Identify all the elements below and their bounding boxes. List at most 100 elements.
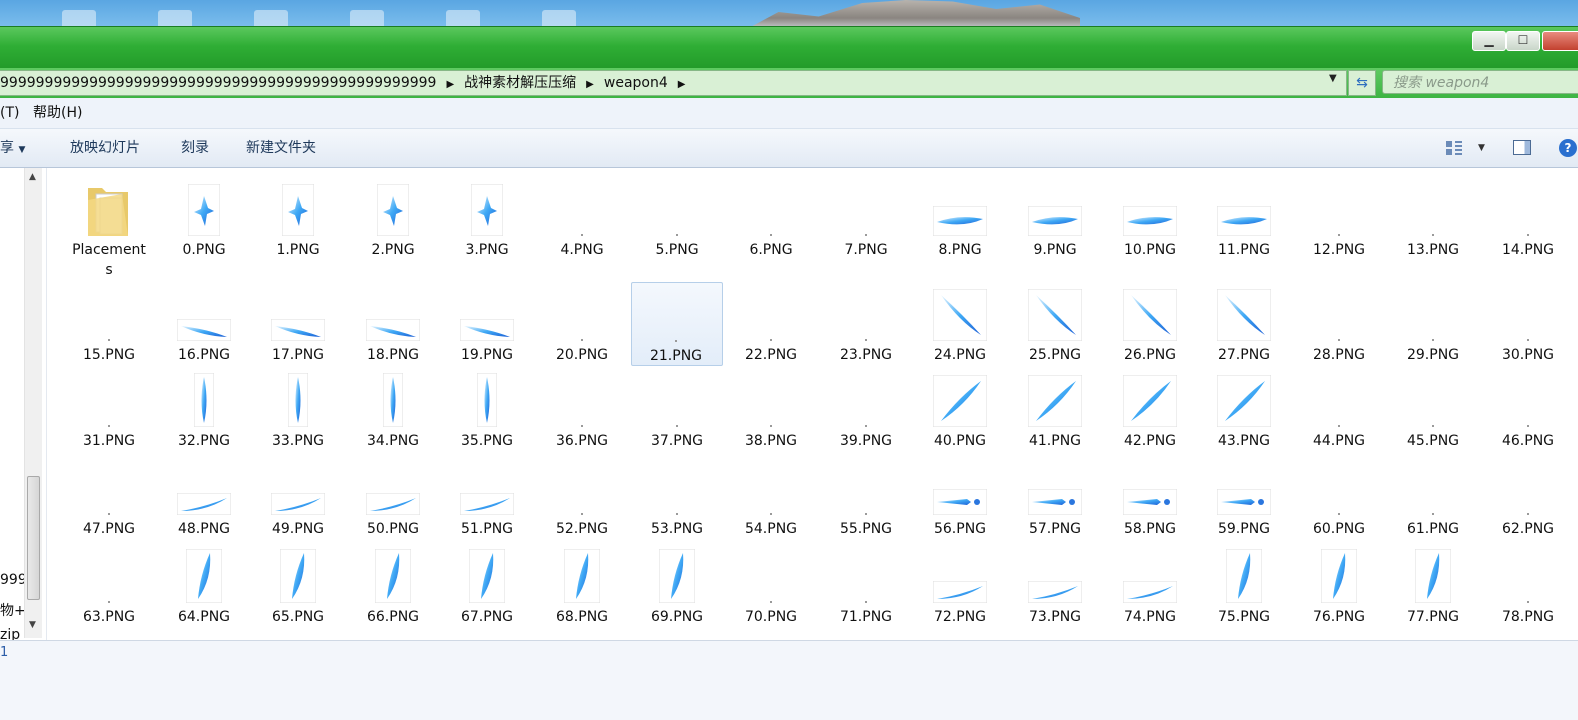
file-item[interactable]: 9.PNG <box>1011 180 1099 280</box>
file-item[interactable]: 8.PNG <box>916 180 1004 280</box>
breadcrumb-folder[interactable]: 战神素材解压压缩 <box>464 71 576 95</box>
file-item[interactable]: 58.PNG <box>1106 456 1194 540</box>
file-item[interactable]: 23.PNG <box>822 282 910 366</box>
search-input[interactable]: 搜索 weapon4 <box>1382 70 1578 94</box>
file-item[interactable]: 6.PNG <box>727 180 815 280</box>
nav-scrollbar[interactable]: ▲ ▼ <box>24 168 42 638</box>
file-item[interactable]: 73.PNG <box>1011 544 1099 628</box>
help-icon[interactable]: ? <box>1559 139 1577 157</box>
file-item[interactable]: 67.PNG <box>443 544 531 628</box>
share-button[interactable]: 共享 ▼ <box>0 129 25 169</box>
file-item[interactable]: 59.PNG <box>1200 456 1288 540</box>
file-item[interactable]: 36.PNG <box>538 368 626 452</box>
file-item[interactable]: 21.PNG <box>631 282 723 366</box>
change-view-icon[interactable] <box>1446 141 1462 155</box>
file-item[interactable]: 13.PNG <box>1389 180 1477 280</box>
file-item[interactable]: 54.PNG <box>727 456 815 540</box>
file-item[interactable]: 30.PNG <box>1484 282 1572 366</box>
file-item[interactable]: 37.PNG <box>633 368 721 452</box>
file-item[interactable]: 65.PNG <box>254 544 342 628</box>
preview-pane-icon[interactable] <box>1513 140 1531 155</box>
window-titlebar[interactable]: ▁ ☐ <box>0 26 1578 69</box>
file-item[interactable]: 22.PNG <box>727 282 815 366</box>
file-item[interactable]: 66.PNG <box>349 544 437 628</box>
menu-tools[interactable]: (T) <box>0 98 19 128</box>
nav-item[interactable]: 999 <box>0 572 27 588</box>
file-item[interactable]: 2.PNG <box>349 180 437 280</box>
file-item[interactable]: 76.PNG <box>1295 544 1383 628</box>
file-item[interactable]: 52.PNG <box>538 456 626 540</box>
file-item[interactable]: 47.PNG <box>65 456 153 540</box>
file-item[interactable]: 40.PNG <box>916 368 1004 452</box>
file-item[interactable]: 50.PNG <box>349 456 437 540</box>
file-item[interactable]: 41.PNG <box>1011 368 1099 452</box>
file-item[interactable]: 35.PNG <box>443 368 531 452</box>
file-item[interactable]: 24.PNG <box>916 282 1004 366</box>
file-item[interactable]: 78.PNG <box>1484 544 1572 628</box>
breadcrumb-arrow-icon[interactable]: ▶ <box>678 73 686 95</box>
file-item[interactable]: 27.PNG <box>1200 282 1288 366</box>
maximize-button[interactable]: ☐ <box>1506 31 1540 51</box>
file-item[interactable]: 61.PNG <box>1389 456 1477 540</box>
file-item[interactable]: 49.PNG <box>254 456 342 540</box>
file-item[interactable]: 3.PNG <box>443 180 531 280</box>
file-item[interactable]: 39.PNG <box>822 368 910 452</box>
file-item[interactable]: 70.PNG <box>727 544 815 628</box>
address-bar[interactable]: 9999999999999999999999999999999999999999… <box>0 70 1347 96</box>
file-item[interactable]: 62.PNG <box>1484 456 1572 540</box>
file-item[interactable]: 33.PNG <box>254 368 342 452</box>
file-item[interactable]: 20.PNG <box>538 282 626 366</box>
file-item[interactable]: 26.PNG <box>1106 282 1194 366</box>
file-item[interactable]: 43.PNG <box>1200 368 1288 452</box>
menu-help[interactable]: 帮助(H) <box>33 98 82 128</box>
file-item[interactable]: 1.PNG <box>254 180 342 280</box>
file-item[interactable]: 42.PNG <box>1106 368 1194 452</box>
file-item[interactable]: 7.PNG <box>822 180 910 280</box>
file-item[interactable]: 57.PNG <box>1011 456 1099 540</box>
file-item[interactable]: 64.PNG <box>160 544 248 628</box>
breadcrumb-root[interactable]: 9999999999999999999999999999999999999999… <box>0 71 436 95</box>
file-item[interactable]: 34.PNG <box>349 368 437 452</box>
file-item[interactable]: 60.PNG <box>1295 456 1383 540</box>
file-item[interactable]: 5.PNG <box>633 180 721 280</box>
file-item[interactable]: 74.PNG <box>1106 544 1194 628</box>
breadcrumb-current[interactable]: weapon4 <box>604 71 668 95</box>
file-item[interactable]: 72.PNG <box>916 544 1004 628</box>
file-item[interactable]: 46.PNG <box>1484 368 1572 452</box>
file-item[interactable]: 68.PNG <box>538 544 626 628</box>
file-item[interactable]: 56.PNG <box>916 456 1004 540</box>
refresh-icon[interactable]: ⇆ <box>1348 70 1376 96</box>
file-item[interactable]: 16.PNG <box>160 282 248 366</box>
file-item[interactable]: 19.PNG <box>443 282 531 366</box>
file-item[interactable]: 10.PNG <box>1106 180 1194 280</box>
breadcrumb-arrow-icon[interactable]: ▶ <box>446 73 454 95</box>
file-item[interactable]: 55.PNG <box>822 456 910 540</box>
file-item[interactable]: 63.PNG <box>65 544 153 628</box>
file-item[interactable]: 17.PNG <box>254 282 342 366</box>
scroll-down-icon[interactable]: ▼ <box>29 620 36 630</box>
file-item[interactable]: 77.PNG <box>1389 544 1477 628</box>
file-item[interactable]: 14.PNG <box>1484 180 1572 280</box>
folder-item[interactable]: Placement s <box>65 180 153 280</box>
new-folder-button[interactable]: 新建文件夹 <box>246 129 316 167</box>
scrollbar-thumb[interactable] <box>27 476 40 600</box>
breadcrumb-arrow-icon[interactable]: ▶ <box>586 73 594 95</box>
file-item[interactable]: 71.PNG <box>822 544 910 628</box>
file-item[interactable]: 48.PNG <box>160 456 248 540</box>
file-item[interactable]: 12.PNG <box>1295 180 1383 280</box>
file-item[interactable]: 28.PNG <box>1295 282 1383 366</box>
close-button[interactable] <box>1542 31 1578 51</box>
file-item[interactable]: 0.PNG <box>160 180 248 280</box>
file-item[interactable]: 31.PNG <box>65 368 153 452</box>
file-item[interactable]: 29.PNG <box>1389 282 1477 366</box>
nav-item[interactable]: 物+ <box>0 600 26 620</box>
scroll-up-icon[interactable]: ▲ <box>29 172 36 182</box>
file-item[interactable]: 69.PNG <box>633 544 721 628</box>
file-item[interactable]: 18.PNG <box>349 282 437 366</box>
file-item[interactable]: 32.PNG <box>160 368 248 452</box>
file-item[interactable]: 75.PNG <box>1200 544 1288 628</box>
slideshow-button[interactable]: 放映幻灯片 <box>70 129 140 167</box>
file-item[interactable]: 4.PNG <box>538 180 626 280</box>
file-item[interactable]: 25.PNG <box>1011 282 1099 366</box>
file-item[interactable]: 15.PNG <box>65 282 153 366</box>
